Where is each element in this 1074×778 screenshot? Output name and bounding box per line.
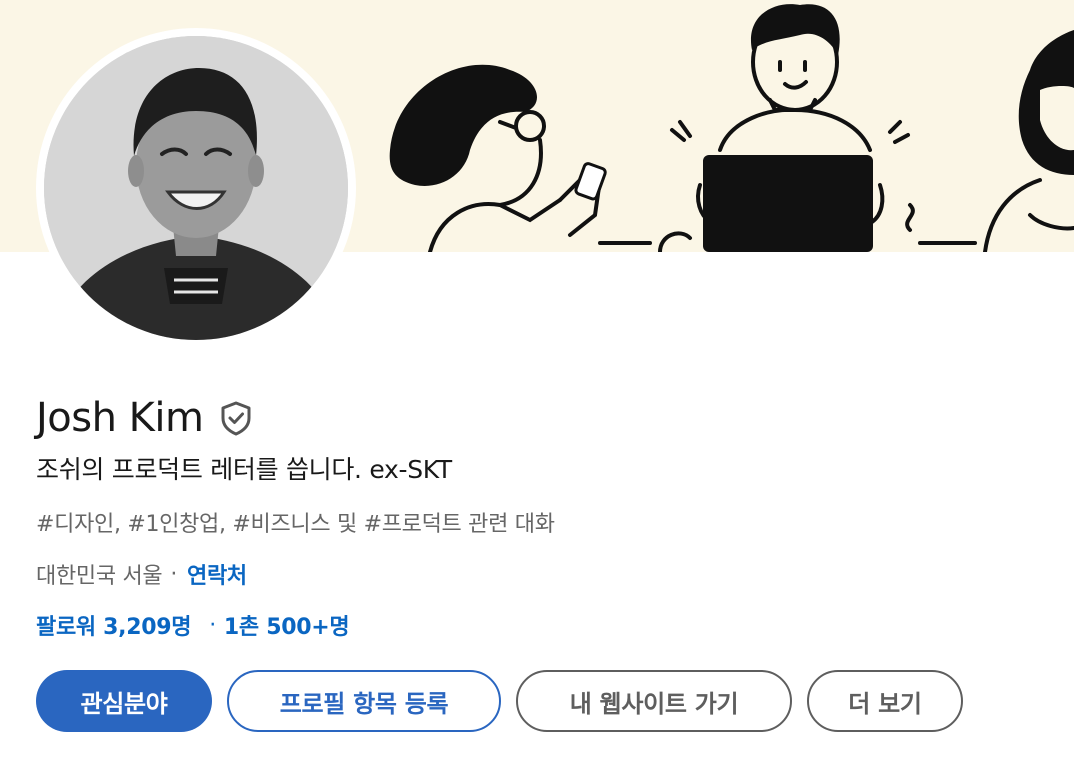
separator-dot: ·: [209, 612, 216, 638]
profile-headline: 조쉬의 프로덕트 레터를 씁니다. ex-SKT: [36, 455, 452, 484]
avatar-photo: [44, 36, 348, 340]
add-profile-section-button[interactable]: 프로필 항목 등록: [227, 670, 501, 732]
stats-row: 팔로워 3,209명 · 1촌 500+명: [36, 609, 350, 641]
profile-name: Josh Kim: [36, 395, 204, 441]
name-row: Josh Kim: [36, 388, 255, 448]
verified-shield-icon[interactable]: [217, 399, 255, 437]
profile-topics: #디자인, #1인창업, #비즈니스 및 #프로덕트 관련 대화: [36, 512, 555, 537]
contact-info-link[interactable]: 연락처: [187, 558, 247, 590]
more-button[interactable]: 더 보기: [807, 670, 963, 732]
connections-link[interactable]: 1촌 500+명: [224, 609, 350, 641]
separator-dot: ·: [170, 561, 178, 587]
avatar[interactable]: [44, 36, 348, 340]
location-row: 대한민국 서울 · 연락처: [36, 558, 247, 590]
visit-website-button[interactable]: 내 웹사이트 가기: [516, 670, 792, 732]
profile-location: 대한민국 서울: [36, 564, 163, 589]
followers-link[interactable]: 팔로워 3,209명: [36, 609, 192, 641]
avatar-frame[interactable]: [36, 28, 356, 348]
interests-button[interactable]: 관심분야: [36, 670, 212, 732]
